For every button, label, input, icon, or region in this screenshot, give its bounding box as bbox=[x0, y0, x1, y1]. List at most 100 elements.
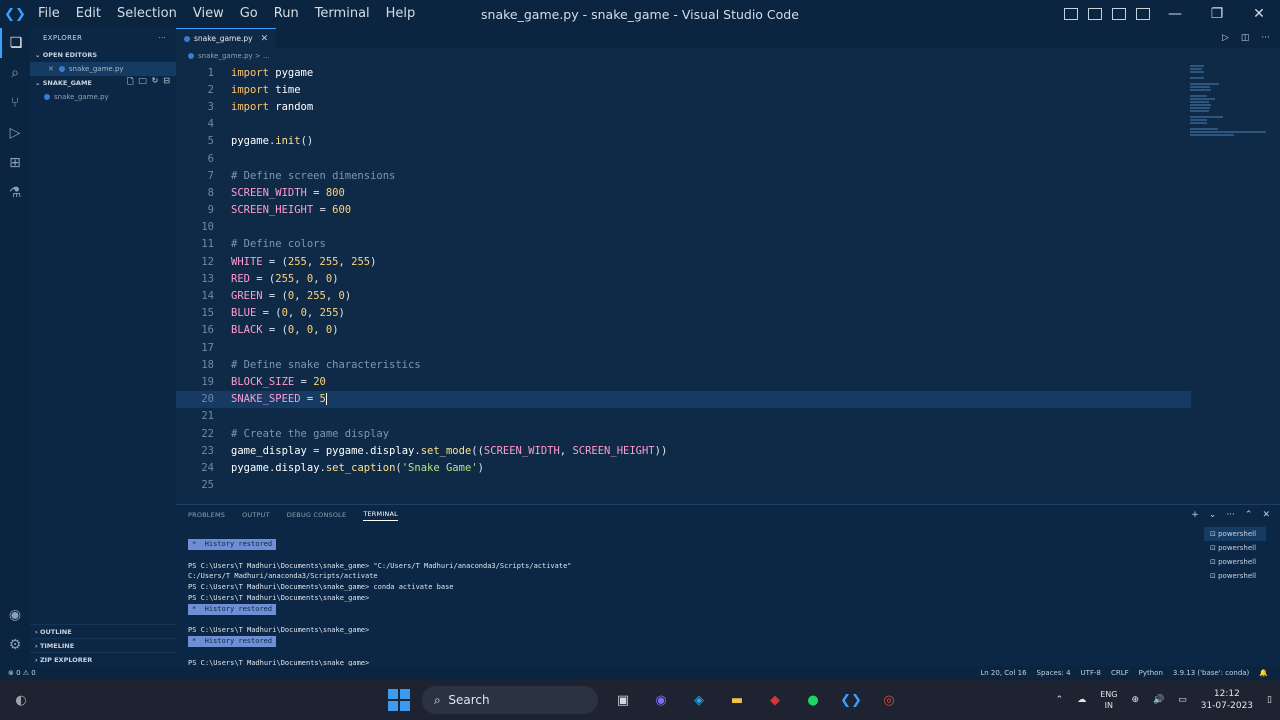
file-item[interactable]: snake_game.py bbox=[30, 90, 176, 104]
close-window-icon[interactable]: ✕ bbox=[1238, 0, 1280, 28]
zip-explorer-section[interactable]: › ZIP EXPLORER bbox=[30, 652, 176, 666]
code-line[interactable]: 1 import pygame bbox=[176, 64, 1191, 81]
outline-section[interactable]: › OUTLINE bbox=[30, 624, 176, 638]
language-indicator[interactable]: ENG IN bbox=[1100, 689, 1117, 711]
chrome-icon[interactable]: ◎ bbox=[876, 687, 902, 713]
refresh-icon[interactable]: ↻ bbox=[152, 76, 159, 90]
code-line[interactable]: 11 # Define colors bbox=[176, 236, 1191, 253]
code-line[interactable]: 19 BLOCK_SIZE = 20 bbox=[176, 373, 1191, 390]
account-icon[interactable]: ◉ bbox=[0, 600, 30, 630]
open-editor-item[interactable]: ✕ snake_game.py bbox=[30, 62, 176, 76]
timeline-section[interactable]: › TIMELINE bbox=[30, 638, 176, 652]
menu-file[interactable]: File bbox=[30, 0, 68, 28]
code-line[interactable]: 12 WHITE = (255, 255, 255) bbox=[176, 253, 1191, 270]
tab-debug-console[interactable]: DEBUG CONSOLE bbox=[287, 511, 347, 519]
code-line[interactable]: 21 bbox=[176, 408, 1191, 425]
vscode-taskbar-icon[interactable]: ❮❯ bbox=[838, 687, 864, 713]
tab-problems[interactable]: PROBLEMS bbox=[188, 511, 225, 519]
menu-go[interactable]: Go bbox=[232, 0, 266, 28]
explorer-icon[interactable]: ❏ bbox=[0, 28, 30, 58]
edge-browser-icon[interactable]: ◈ bbox=[686, 687, 712, 713]
code-line[interactable]: 3 import random bbox=[176, 98, 1191, 115]
run-debug-icon[interactable]: ▷ bbox=[0, 118, 30, 148]
minimize-icon[interactable]: — bbox=[1154, 0, 1196, 28]
open-editors-section[interactable]: ⌄ OPEN EDITORS bbox=[30, 48, 176, 62]
volume-icon[interactable]: 🔊 bbox=[1153, 695, 1164, 705]
close-editor-icon[interactable]: ✕ bbox=[48, 65, 54, 73]
chevron-up-icon[interactable]: ⌃ bbox=[1056, 695, 1064, 705]
maximize-panel-icon[interactable]: ⌃ bbox=[1245, 510, 1253, 520]
clock[interactable]: 12:12 31-07-2023 bbox=[1201, 688, 1253, 712]
terminal-instance[interactable]: ⊡ powershell bbox=[1204, 527, 1266, 541]
code-line[interactable]: 18 # Define snake characteristics bbox=[176, 356, 1191, 373]
language-mode[interactable]: Python bbox=[1139, 669, 1163, 677]
cloud-icon[interactable]: ☁ bbox=[1077, 695, 1086, 705]
code-line[interactable]: 5 pygame.init() bbox=[176, 133, 1191, 150]
code-line[interactable]: 8 SCREEN_WIDTH = 800 bbox=[176, 184, 1191, 201]
breadcrumb[interactable]: snake_game.py > ... bbox=[176, 48, 1280, 64]
start-icon[interactable] bbox=[388, 689, 410, 711]
spotify-icon[interactable]: ● bbox=[800, 687, 826, 713]
settings-gear-icon[interactable]: ⚙ bbox=[0, 630, 30, 660]
more-actions-icon[interactable]: ··· bbox=[1226, 510, 1235, 520]
notifications-icon[interactable]: 🔔 bbox=[1259, 669, 1268, 677]
testing-icon[interactable]: ⚗ bbox=[0, 178, 30, 208]
mcafee-icon[interactable]: ◆ bbox=[762, 687, 788, 713]
tab-snake-game[interactable]: snake_game.py ✕ bbox=[176, 28, 277, 48]
toggle-sidebar-icon[interactable] bbox=[1064, 8, 1078, 20]
menu-selection[interactable]: Selection bbox=[109, 0, 185, 28]
split-editor-icon[interactable]: ◫ bbox=[1241, 33, 1250, 43]
indentation[interactable]: Spaces: 4 bbox=[1037, 669, 1071, 677]
line-ending[interactable]: CRLF bbox=[1111, 669, 1129, 677]
widgets-icon[interactable]: ◐ bbox=[8, 687, 34, 713]
close-panel-icon[interactable]: ✕ bbox=[1262, 510, 1270, 520]
terminal-output[interactable]: * History restored PS C:\Users\T Madhuri… bbox=[188, 539, 572, 669]
new-file-icon[interactable]: 🗋 bbox=[127, 76, 133, 90]
terminal-instance[interactable]: ⊡ powershell bbox=[1204, 541, 1266, 555]
run-file-icon[interactable]: ▷ bbox=[1222, 33, 1229, 43]
encoding[interactable]: UTF-8 bbox=[1081, 669, 1101, 677]
code-line[interactable]: 10 bbox=[176, 219, 1191, 236]
code-line[interactable]: 14 GREEN = (0, 255, 0) bbox=[176, 287, 1191, 304]
menu-edit[interactable]: Edit bbox=[68, 0, 109, 28]
taskbar-search[interactable]: ⌕ Search bbox=[422, 686, 598, 714]
new-terminal-icon[interactable]: + bbox=[1191, 510, 1199, 520]
code-line[interactable]: 22 # Create the game display bbox=[176, 425, 1191, 442]
code-line[interactable]: 2 import time bbox=[176, 81, 1191, 98]
code-line[interactable]: 4 bbox=[176, 116, 1191, 133]
code-line[interactable]: 17 bbox=[176, 339, 1191, 356]
tab-terminal[interactable]: TERMINAL bbox=[363, 510, 398, 521]
collapse-all-icon[interactable]: ⊟ bbox=[163, 76, 170, 90]
code-line[interactable]: 15 BLUE = (0, 0, 255) bbox=[176, 305, 1191, 322]
menu-terminal[interactable]: Terminal bbox=[307, 0, 378, 28]
code-line[interactable]: 16 BLACK = (0, 0, 0) bbox=[176, 322, 1191, 339]
more-actions-icon[interactable]: ··· bbox=[158, 34, 166, 42]
source-control-icon[interactable]: ⑂ bbox=[0, 88, 30, 118]
code-line[interactable]: 7 # Define screen dimensions bbox=[176, 167, 1191, 184]
network-icon[interactable]: ⊕ bbox=[1131, 695, 1139, 705]
code-editor[interactable]: 1 import pygame 2 import time 3 import random… bbox=[176, 64, 1191, 494]
tab-output[interactable]: OUTPUT bbox=[242, 511, 270, 519]
task-view-icon[interactable]: ▣ bbox=[610, 687, 636, 713]
more-actions-icon[interactable]: ··· bbox=[1261, 33, 1270, 43]
chat-icon[interactable]: ◉ bbox=[648, 687, 674, 713]
maximize-icon[interactable]: ❐ bbox=[1196, 0, 1238, 28]
code-line[interactable]: 23 game_display = pygame.display.set_mode… bbox=[176, 442, 1191, 459]
problems-count[interactable]: ⊗ 0 ⚠ 0 bbox=[8, 669, 36, 677]
terminal-instance[interactable]: ⊡ powershell bbox=[1204, 569, 1266, 583]
toggle-secondary-sidebar-icon[interactable] bbox=[1112, 8, 1126, 20]
extensions-icon[interactable]: ⊞ bbox=[0, 148, 30, 178]
terminal-instance[interactable]: ⊡ powershell bbox=[1204, 555, 1266, 569]
code-line[interactable]: 20 SNAKE_SPEED = 5 bbox=[176, 390, 1191, 408]
search-icon[interactable]: ⌕ bbox=[0, 58, 30, 88]
code-line[interactable]: 25 bbox=[176, 477, 1191, 494]
cursor-position[interactable]: Ln 20, Col 16 bbox=[980, 669, 1026, 677]
notification-center-icon[interactable]: ▯ bbox=[1267, 695, 1272, 705]
folder-snake-game[interactable]: ⌄ SNAKE_GAME 🗋 🗀 ↻ ⊟ bbox=[30, 76, 176, 90]
menu-help[interactable]: Help bbox=[378, 0, 424, 28]
code-line[interactable]: 9 SCREEN_HEIGHT = 600 bbox=[176, 202, 1191, 219]
toggle-panel-icon[interactable] bbox=[1088, 8, 1102, 20]
minimap[interactable] bbox=[1190, 64, 1280, 264]
code-line[interactable]: 24 pygame.display.set_caption('Snake Game… bbox=[176, 459, 1191, 476]
code-line[interactable]: 13 RED = (255, 0, 0) bbox=[176, 270, 1191, 287]
